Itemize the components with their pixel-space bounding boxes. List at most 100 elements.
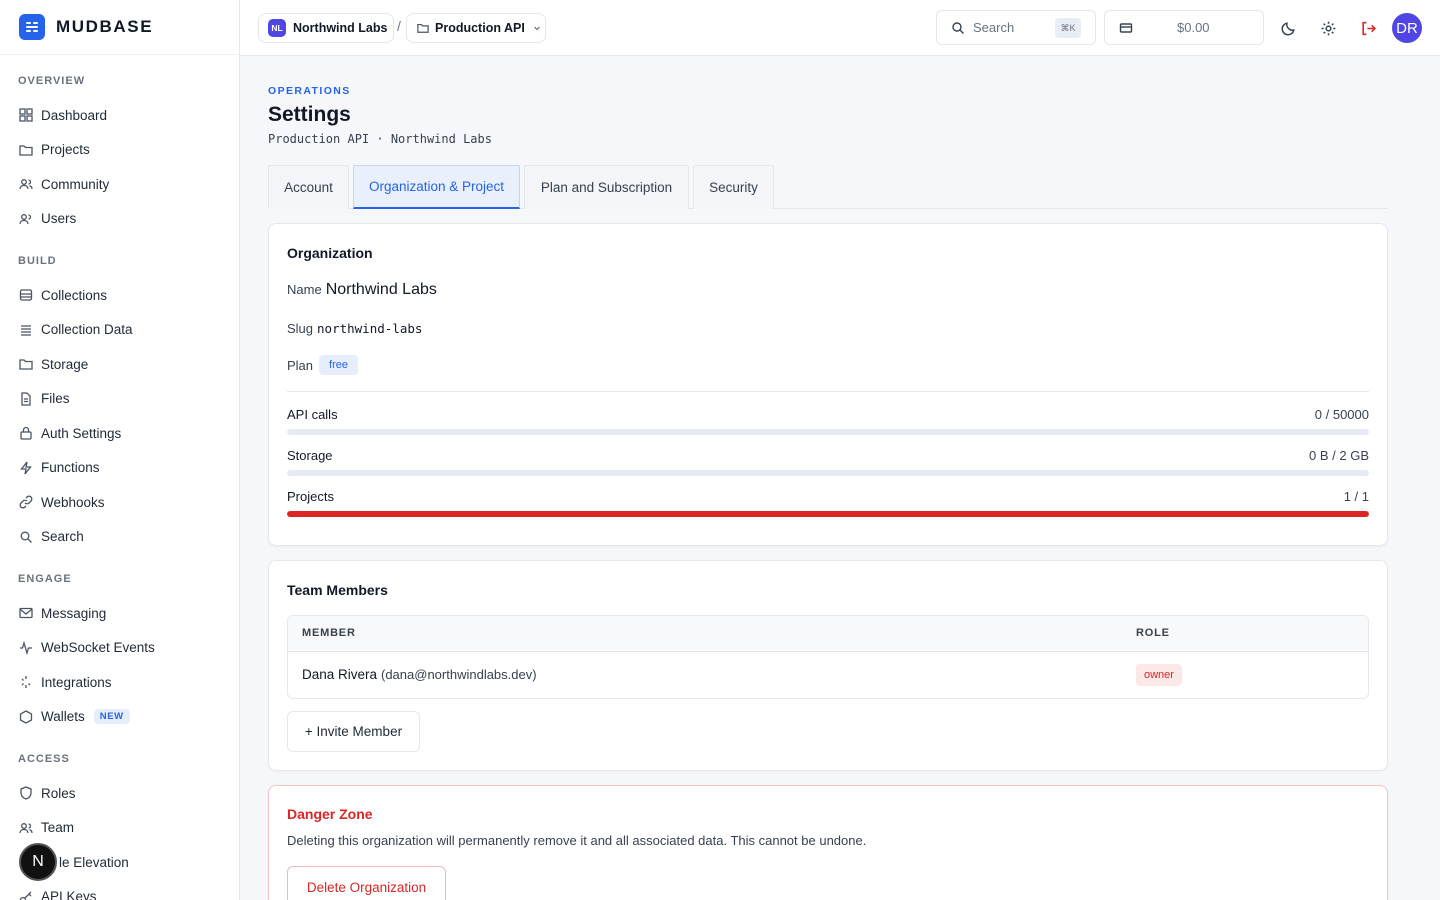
org-slug-row: Slug northwind-labs	[287, 321, 422, 336]
project-name: Production API	[435, 21, 525, 35]
sidebar-item-label: Wallets	[41, 709, 85, 725]
brand[interactable]: MUDBASE	[0, 0, 239, 55]
nav-section-access: ACCESS	[18, 753, 70, 765]
file-icon	[18, 391, 34, 407]
sidebar-item-messaging[interactable]: Messaging	[0, 596, 239, 631]
usage-storage-value: 0 B / 2 GB	[1309, 448, 1369, 463]
team-members-card: Team Members MEMBER ROLE Dana Rivera (da…	[268, 560, 1388, 771]
main-content: OPERATIONS Settings Production API · Nor…	[240, 56, 1440, 900]
sidebar-item-label: Community	[41, 176, 110, 192]
sidebar-item-collections[interactable]: Collections	[0, 278, 239, 313]
floating-action-button[interactable]: N	[19, 843, 57, 881]
balance-button[interactable]: $0.00	[1104, 10, 1264, 45]
usage-api-calls-value: 0 / 50000	[1314, 407, 1369, 422]
sidebar-item-search[interactable]: Search	[0, 520, 239, 555]
logout-icon[interactable]	[1357, 17, 1379, 39]
org-plan-row: Plan free	[287, 355, 358, 375]
divider	[287, 391, 1369, 392]
sidebar: MUDBASE OVERVIEW Dashboard Projects Comm…	[0, 0, 240, 900]
nav-section-engage: ENGAGE	[18, 573, 72, 585]
brand-name: MUDBASE	[56, 17, 154, 36]
delete-organization-button[interactable]: Delete Organization	[287, 866, 446, 900]
sidebar-item-label: Projects	[41, 142, 90, 158]
nav-section-build: BUILD	[18, 255, 57, 267]
sidebar-item-websocket-events[interactable]: WebSocket Events	[0, 631, 239, 666]
usage-projects-label: Projects	[287, 489, 334, 504]
sidebar-item-label: Team	[41, 820, 75, 836]
sidebar-item-label: Auth Settings	[41, 425, 122, 441]
sidebar-item-files[interactable]: Files	[0, 382, 239, 417]
sidebar-item-collection-data[interactable]: Collection Data	[0, 313, 239, 348]
folder-icon	[18, 356, 34, 372]
usage-api-calls-label: API calls	[287, 407, 338, 422]
invite-member-button[interactable]: + Invite Member	[287, 711, 420, 752]
sidebar-item-users[interactable]: Users	[0, 202, 239, 237]
sidebar-item-label: Collections	[41, 287, 108, 303]
folder-icon	[18, 142, 34, 158]
sidebar-item-label: WebSocket Events	[41, 640, 155, 656]
usage-storage-label: Storage	[287, 448, 333, 463]
gear-icon[interactable]	[1317, 17, 1339, 39]
org-switcher[interactable]: NL Northwind Labs	[258, 13, 394, 43]
link-icon	[18, 494, 34, 510]
key-icon	[18, 889, 34, 900]
sidebar-item-api-keys[interactable]: API Keys	[0, 880, 239, 900]
sidebar-item-label: Search	[41, 529, 84, 545]
column-member: MEMBER	[302, 627, 356, 639]
table-row[interactable]: Dana Rivera (dana@northwindlabs.dev) own…	[288, 652, 1368, 698]
tab-security[interactable]: Security	[693, 165, 774, 209]
sidebar-item-auth-settings[interactable]: Auth Settings	[0, 416, 239, 451]
fab-label: N	[32, 853, 44, 870]
organization-heading: Organization	[287, 245, 373, 261]
org-name-value: Northwind Labs	[325, 281, 437, 298]
column-role: ROLE	[1136, 627, 1170, 639]
plan-badge: free	[319, 355, 358, 375]
table-header: MEMBER ROLE	[288, 616, 1368, 652]
new-badge: NEW	[93, 709, 130, 725]
danger-heading: Danger Zone	[287, 806, 373, 822]
danger-description: Deleting this organization will permanen…	[287, 833, 867, 848]
sidebar-item-label: Collection Data	[41, 322, 133, 338]
sidebar-item-team[interactable]: Team	[0, 811, 239, 846]
sidebar-item-label: Messaging	[41, 605, 107, 621]
role-badge: owner	[1136, 664, 1182, 686]
usage-storage-bar	[287, 470, 1369, 476]
sidebar-item-projects[interactable]: Projects	[0, 133, 239, 168]
mail-icon	[18, 605, 34, 621]
tab-organization-project[interactable]: Organization & Project	[353, 165, 520, 209]
balance-amount: $0.00	[1177, 20, 1210, 35]
sidebar-item-functions[interactable]: Functions	[0, 451, 239, 486]
sidebar-item-label: API Keys	[41, 889, 97, 900]
tab-account[interactable]: Account	[268, 165, 349, 209]
sidebar-item-label: Integrations	[41, 674, 112, 690]
org-avatar: NL	[268, 19, 286, 37]
database-icon	[18, 287, 34, 303]
folder-icon	[417, 22, 429, 34]
member-email: (dana@northwindlabs.dev)	[381, 667, 537, 682]
sidebar-nav: OVERVIEW Dashboard Projects Community Us…	[0, 55, 239, 900]
page-eyebrow: OPERATIONS	[268, 85, 351, 97]
sidebar-item-webhooks[interactable]: Webhooks	[0, 485, 239, 520]
moon-icon[interactable]	[1277, 17, 1299, 39]
tab-plan-subscription[interactable]: Plan and Subscription	[524, 165, 689, 209]
project-switcher[interactable]: Production API	[406, 13, 546, 43]
search-input[interactable]: Search ⌘K	[936, 10, 1096, 45]
member-name: Dana Rivera	[302, 667, 378, 682]
sidebar-item-integrations[interactable]: Integrations	[0, 665, 239, 700]
user-avatar[interactable]: DR	[1392, 13, 1422, 43]
sidebar-item-wallets[interactable]: Wallets NEW	[0, 700, 239, 735]
sidebar-item-roles[interactable]: Roles	[0, 776, 239, 811]
sidebar-item-label: Dashboard	[41, 107, 108, 123]
sidebar-item-storage[interactable]: Storage	[0, 347, 239, 382]
org-name-label: Name	[287, 282, 322, 297]
page-subtitle: Production API · Northwind Labs	[268, 132, 492, 146]
search-icon	[951, 21, 965, 35]
sidebar-item-community[interactable]: Community	[0, 167, 239, 202]
page-title: Settings	[268, 103, 351, 126]
users-icon	[18, 176, 34, 192]
lock-icon	[18, 425, 34, 441]
sidebar-item-dashboard[interactable]: Dashboard	[0, 98, 239, 133]
breadcrumb-separator: /	[397, 18, 401, 34]
usage-projects-value: 1 / 1	[1343, 489, 1369, 504]
activity-icon	[18, 640, 34, 656]
